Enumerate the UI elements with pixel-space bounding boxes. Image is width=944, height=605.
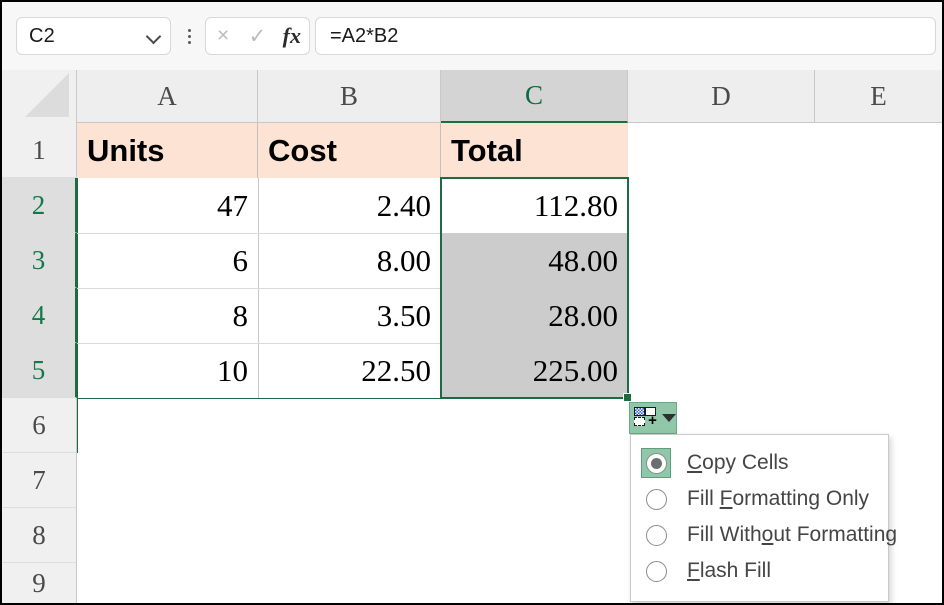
- gridline-row4-5: [77, 343, 441, 344]
- cell-a1[interactable]: Units: [77, 123, 258, 178]
- menu-item-fill-without-formatting[interactable]: Fill Without Formatting: [631, 517, 897, 553]
- radio-wrap-fill-without-formatting: [641, 520, 671, 550]
- cancel-icon[interactable]: ×: [208, 21, 238, 51]
- menu-item-flash-fill[interactable]: Flash Fill: [631, 553, 888, 589]
- menu-item-label-fill-without-formatting: Fill Without Formatting: [687, 523, 898, 546]
- formula-input[interactable]: =A2*B2: [315, 17, 936, 55]
- cell-c3[interactable]: 48.00: [441, 233, 628, 288]
- column-header-e[interactable]: E: [815, 70, 942, 123]
- autofill-icon-cell-dashed: [634, 417, 645, 426]
- cell-b5[interactable]: 22.50: [258, 343, 441, 398]
- cell-c2[interactable]: 112.80: [441, 178, 628, 233]
- formula-action-buttons: × ✓ fx: [205, 17, 310, 55]
- column-header-c[interactable]: C: [441, 70, 628, 123]
- select-all-button[interactable]: [2, 70, 77, 123]
- row-header-1[interactable]: 1: [2, 123, 77, 178]
- select-all-triangle-icon: [25, 73, 69, 117]
- autofill-icon-cell-filled: [634, 407, 645, 416]
- menu-item-label-flash-fill: Flash Fill: [687, 559, 772, 582]
- autofill-options-button[interactable]: +: [629, 402, 677, 434]
- row-header-2[interactable]: 2: [2, 178, 77, 233]
- column-header-a[interactable]: A: [77, 70, 258, 123]
- cell-a5[interactable]: 10: [77, 343, 258, 398]
- kebab-dot: [187, 28, 191, 32]
- row-header-6[interactable]: 6: [2, 398, 77, 453]
- row-header-9[interactable]: 9: [2, 563, 77, 603]
- radio-button-icon[interactable]: [645, 560, 667, 582]
- row-header-7[interactable]: 7: [2, 453, 77, 508]
- chevron-down-icon[interactable]: [662, 414, 676, 422]
- cell-b3[interactable]: 8.00: [258, 233, 441, 288]
- confirm-checkmark-icon[interactable]: ✓: [242, 21, 272, 51]
- kebab-dot: [187, 40, 191, 44]
- cell-b4[interactable]: 3.50: [258, 288, 441, 343]
- menu-item-label-fill-formatting-only: Fill Formatting Only: [687, 487, 870, 510]
- plus-icon: +: [648, 412, 657, 429]
- name-box[interactable]: C2: [16, 17, 171, 55]
- formula-bar: C2 × ✓ fx =A2*B2: [2, 2, 942, 70]
- radio-button-selected-icon[interactable]: [645, 452, 667, 474]
- cell-c5[interactable]: 225.00: [441, 343, 628, 398]
- radio-button-icon[interactable]: [645, 524, 667, 546]
- menu-item-copy-cells[interactable]: Copy Cells: [631, 445, 888, 481]
- insert-function-icon[interactable]: fx: [277, 21, 307, 51]
- gridline-row3-4: [77, 288, 441, 289]
- kebab-menu-icon[interactable]: [177, 17, 201, 55]
- name-box-value: C2: [29, 24, 55, 47]
- menu-item-fill-formatting-only[interactable]: Fill Formatting Only: [631, 481, 888, 517]
- cell-c1[interactable]: Total: [441, 123, 628, 178]
- row-header-5[interactable]: 5: [2, 343, 77, 398]
- row-header-3[interactable]: 3: [2, 233, 77, 288]
- column-header-band: A B C D E: [2, 70, 942, 123]
- autofill-options-menu: Copy Cells Fill Formatting Only Fill Wit…: [630, 434, 897, 602]
- cell-a4[interactable]: 8: [77, 288, 258, 343]
- cell-b2[interactable]: 2.40: [258, 178, 441, 233]
- row-header-4[interactable]: 4: [2, 288, 77, 343]
- row-header-8[interactable]: 8: [2, 508, 77, 563]
- radio-wrap-fill-formatting-only: [641, 484, 671, 514]
- cell-a2[interactable]: 47: [77, 178, 258, 233]
- radio-button-icon[interactable]: [645, 488, 667, 510]
- kebab-dot: [187, 34, 191, 38]
- gridline-row5-6: [77, 398, 628, 399]
- fill-handle[interactable]: [623, 393, 632, 402]
- gridline-row2-3: [77, 233, 441, 234]
- radio-wrap-copy-cells: [641, 448, 671, 478]
- cell-c4[interactable]: 28.00: [441, 288, 628, 343]
- chevron-down-icon[interactable]: [146, 28, 162, 44]
- formula-text: =A2*B2: [330, 24, 399, 47]
- cell-a3[interactable]: 6: [77, 233, 258, 288]
- gridline-rowhead-edge: [77, 178, 78, 453]
- cell-b1[interactable]: Cost: [258, 123, 441, 178]
- column-header-b[interactable]: B: [258, 70, 441, 123]
- column-header-d[interactable]: D: [628, 70, 815, 123]
- autofill-options-icon: +: [633, 406, 659, 430]
- radio-wrap-flash-fill: [641, 556, 671, 586]
- menu-item-label-copy-cells: Copy Cells: [687, 451, 789, 474]
- spreadsheet-grid: A B C D E 1 2 3 4 5 6 7 8 9 Units Cost T…: [2, 70, 942, 603]
- excel-window: C2 × ✓ fx =A2*B2 A B C D E 1 2 3 4 5 6 7…: [0, 0, 944, 605]
